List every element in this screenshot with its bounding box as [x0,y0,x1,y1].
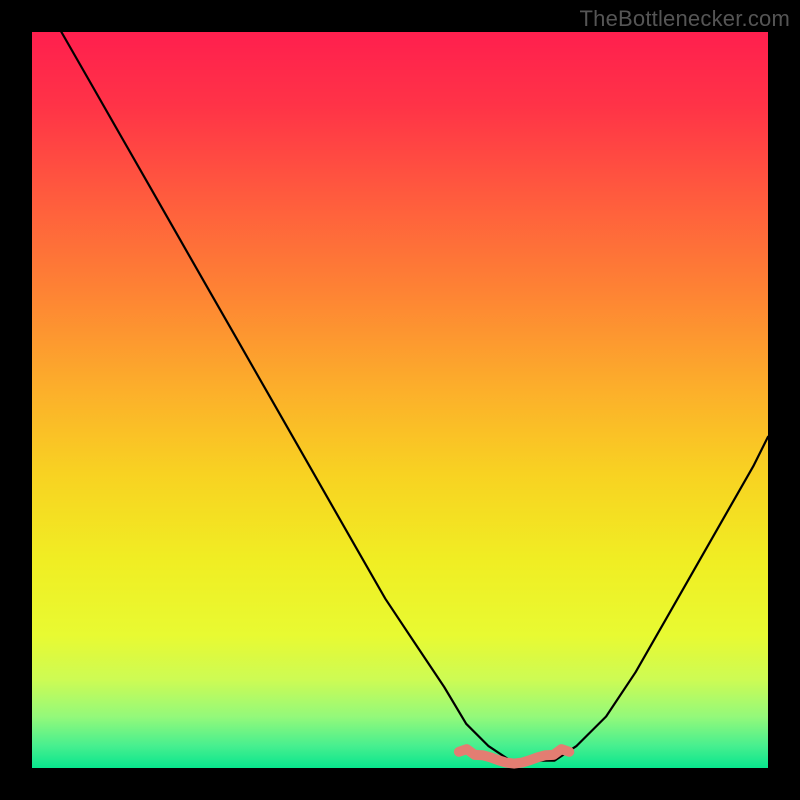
plot-area [32,32,768,768]
chart-container: TheBottlenecker.com [0,0,800,800]
watermark-text: TheBottlenecker.com [580,6,790,32]
chart-svg [0,0,800,800]
